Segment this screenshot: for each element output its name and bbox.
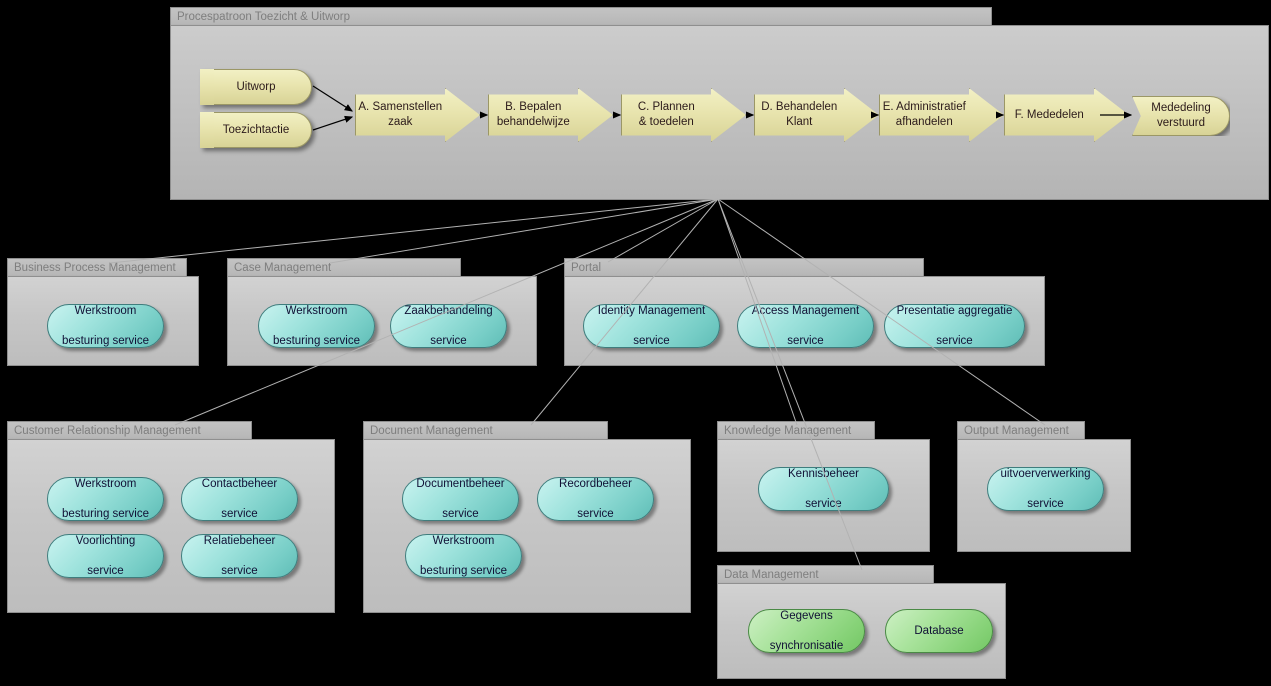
service-label: Database: [914, 624, 964, 637]
service-label: Contactbeheer service: [201, 477, 278, 520]
service-label: Documentbeheer service: [416, 477, 505, 520]
connector-to-portal: [607, 198, 719, 263]
trigger-toezichtactie-label: Toezichtactie: [222, 124, 290, 136]
connector-to-bpm: [109, 198, 719, 264]
package-title-procespatroon: Procespatroon Toezicht & Uitworp: [170, 7, 992, 26]
package-title-data-management: Data Management: [717, 565, 934, 584]
service-crm-werkstroom-besturing[interactable]: Werkstroom besturing service: [47, 477, 164, 521]
connector-to-case-management: [329, 198, 719, 264]
diagram-canvas: Procespatroon Toezicht & Uitworp Uitworp…: [0, 0, 1271, 686]
service-label: Voorlichting service: [75, 534, 136, 577]
service-label: Recordbeheer service: [559, 477, 632, 520]
package-body-customer-relationship-management: [7, 439, 335, 613]
process-step-c-label: C. Plannen & toedelen: [637, 101, 695, 128]
package-title-document-management: Document Management: [363, 421, 608, 440]
service-label: Access Management service: [751, 304, 860, 347]
service-label: Werkstroom besturing service: [273, 304, 360, 347]
service-crm-relatiebeheer[interactable]: Relatiebeheer service: [181, 534, 298, 578]
service-dm-recordbeheer[interactable]: Recordbeheer service: [537, 477, 654, 521]
service-label: Relatiebeheer service: [203, 534, 276, 577]
service-dm-documentbeheer[interactable]: Documentbeheer service: [402, 477, 519, 521]
package-title-knowledge-management: Knowledge Management: [717, 421, 875, 440]
trigger-uitworp-label: Uitworp: [236, 81, 276, 93]
service-portal-access-management[interactable]: Access Management service: [737, 304, 874, 348]
trigger-uitworp[interactable]: Uitworp: [200, 69, 312, 105]
service-data-database[interactable]: Database: [885, 609, 993, 653]
service-om-uitvoerverwerking[interactable]: uitvoerverwerking service: [987, 467, 1104, 511]
package-title-customer-relationship-management: Customer Relationship Management: [7, 421, 252, 440]
process-step-e-label: E. Administratief afhandelen: [882, 101, 966, 128]
service-data-gegevens-synchronisatie[interactable]: Gegevens synchronisatie: [748, 609, 865, 653]
process-end-mededeling-verstuurd[interactable]: Mededeling verstuurd: [1132, 96, 1230, 136]
service-case-werkstroom-besturing[interactable]: Werkstroom besturing service: [258, 304, 375, 348]
process-step-d-label: D. Behandelen Klant: [761, 101, 838, 128]
service-bpm-werkstroom-besturing[interactable]: Werkstroom besturing service: [47, 304, 164, 348]
package-title-case-management: Case Management: [227, 258, 461, 277]
service-label: Presentatie aggregatie service: [896, 304, 1013, 347]
service-label: Gegevens synchronisatie: [769, 609, 844, 652]
process-end-label: Mededeling verstuurd: [1151, 102, 1211, 129]
process-step-f-label: F. Mededelen: [1014, 108, 1084, 121]
service-crm-voorlichting[interactable]: Voorlichting service: [47, 534, 164, 578]
package-title-business-process-management: Business Process Management: [7, 258, 187, 277]
trigger-toezichtactie[interactable]: Toezichtactie: [200, 112, 312, 148]
service-label: Kennisbeheer service: [788, 467, 859, 510]
service-dm-werkstroom-besturing[interactable]: Werkstroom besturing service: [405, 534, 522, 578]
service-label: Werkstroom besturing service: [420, 534, 507, 577]
process-step-a-label: A. Samenstellen zaak: [358, 101, 443, 128]
package-title-output-management: Output Management: [957, 421, 1085, 440]
service-label: uitvoerverwerking service: [1000, 467, 1091, 510]
package-body-document-management: [363, 439, 691, 613]
service-portal-presentatie-aggregatie[interactable]: Presentatie aggregatie service: [884, 304, 1025, 348]
process-step-b-label: B. Bepalen behandelwijze: [496, 101, 570, 128]
service-portal-identity-management[interactable]: Identity Management service: [583, 304, 720, 348]
service-label: Werkstroom besturing service: [62, 477, 149, 520]
package-title-portal: Portal: [564, 258, 924, 277]
service-case-zaakbehandeling[interactable]: Zaakbehandeling service: [390, 304, 507, 348]
service-label: Zaakbehandeling service: [404, 304, 493, 347]
service-crm-contactbeheer[interactable]: Contactbeheer service: [181, 477, 298, 521]
service-label: Werkstroom besturing service: [62, 304, 149, 347]
service-km-kennisbeheer[interactable]: Kennisbeheer service: [758, 467, 889, 511]
service-label: Identity Management service: [597, 304, 706, 347]
